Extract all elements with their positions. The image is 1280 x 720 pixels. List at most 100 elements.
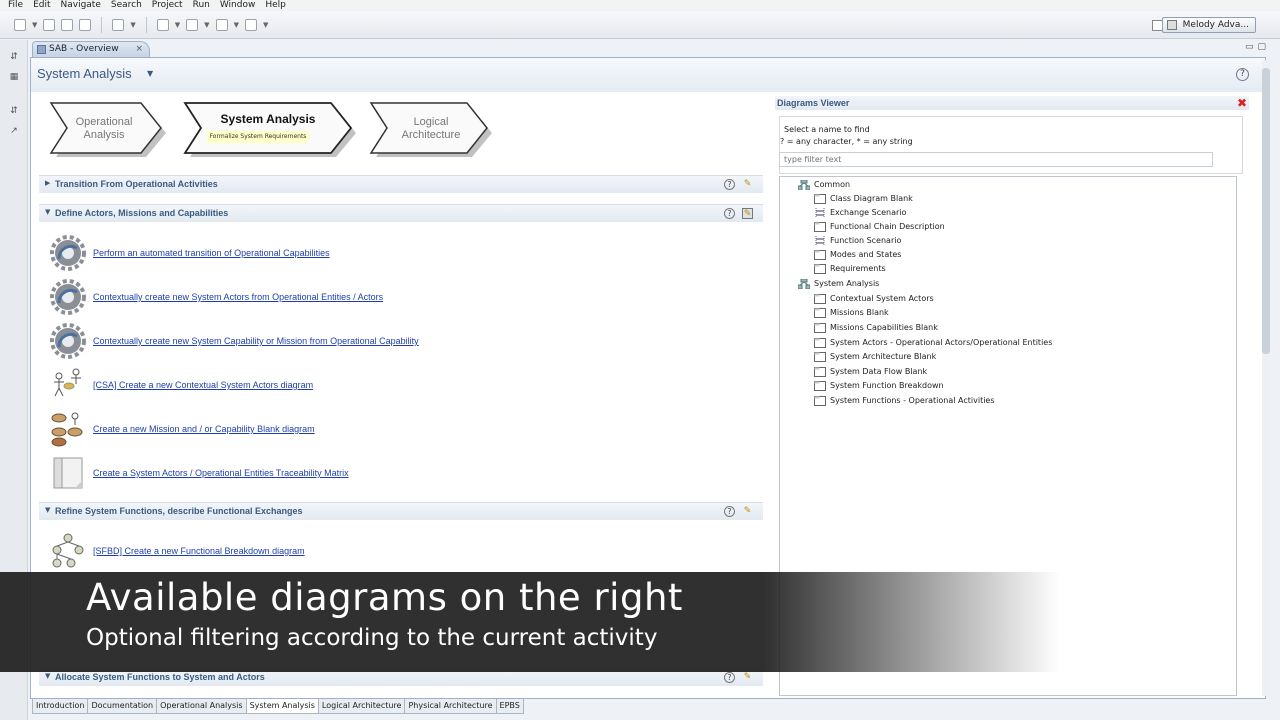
menu-window[interactable]: Window: [220, 0, 256, 10]
menu-file[interactable]: File: [8, 0, 23, 10]
step-label-line: Operational: [75, 116, 133, 128]
editor-tab-sab-overview[interactable]: SAB - Overview ×: [32, 41, 150, 57]
toolbar-separator: [101, 16, 103, 33]
edit-icon[interactable]: [156, 18, 169, 31]
filter-icon[interactable]: ✎: [742, 672, 753, 683]
run-icon[interactable]: [112, 18, 125, 31]
diagram-icon: [814, 222, 826, 232]
folder-tree-icon: [798, 279, 810, 289]
step-system-analysis[interactable]: System Analysis Formalize System Require…: [183, 102, 357, 158]
perspective-button[interactable]: Melody Adva...: [1161, 17, 1256, 33]
close-icon[interactable]: ×: [135, 42, 143, 57]
function-breakdown-icon: [52, 533, 84, 568]
section-title: Transition From Operational Activities: [55, 179, 218, 189]
save-icon[interactable]: [43, 18, 56, 31]
chevron-down-icon[interactable]: ▼: [147, 69, 153, 78]
diagram-icon: [814, 250, 826, 260]
save-all-icon[interactable]: [61, 18, 74, 31]
main-toolbar: ▼ ▼ ▼ ▼ ▼ ▼ Melody Adva...: [0, 11, 1280, 39]
chevron-down-icon[interactable]: ▼: [263, 21, 268, 29]
tree-label: System Actors - Operational Actors/Opera…: [830, 338, 1053, 347]
scenario-icon: [815, 236, 825, 246]
tab-system-analysis[interactable]: System Analysis: [245, 699, 319, 714]
missions-icon: [51, 412, 83, 447]
step-operational-analysis[interactable]: Operational Analysis: [49, 102, 167, 158]
tree-label: Function Scenario: [830, 236, 902, 245]
chevron-down-icon[interactable]: ▼: [45, 506, 50, 514]
tab-physical-architecture[interactable]: Physical Architecture: [404, 699, 497, 714]
step-logical-architecture[interactable]: Logical Architecture: [369, 102, 493, 158]
tree-label: System Architecture Blank: [830, 352, 937, 361]
entry-link[interactable]: Create a System Actors / Operational Ent…: [93, 468, 349, 478]
back-icon[interactable]: [215, 18, 228, 31]
caption-title: Available diagrams on the right: [86, 576, 683, 619]
perspective-icon: [1166, 20, 1177, 30]
tab-introduction[interactable]: Introduction: [32, 699, 89, 714]
folder-tree-icon: [798, 180, 810, 190]
caption-subtitle: Optional filtering according to the curr…: [86, 625, 658, 651]
filter-icon[interactable]: ✎: [742, 506, 753, 517]
help-icon[interactable]: ?: [1236, 68, 1249, 81]
properties-icon[interactable]: ⇵: [9, 106, 19, 116]
step-label: System Analysis: [220, 112, 316, 126]
step-sublabel: Formalize System Requirements: [207, 131, 309, 143]
outline-icon[interactable]: ↗: [9, 126, 19, 136]
chevron-right-icon[interactable]: ▶: [45, 179, 50, 187]
diagram-icon: [814, 294, 826, 304]
help-icon[interactable]: ?: [724, 179, 735, 190]
tree-label: Contextual System Actors: [830, 294, 934, 303]
minimize-maximize-icon[interactable]: ▭▢: [1245, 42, 1270, 52]
help-icon[interactable]: ?: [724, 506, 735, 517]
search-icon[interactable]: [186, 18, 199, 31]
page-title: System Analysis: [37, 66, 132, 81]
tree-label: System Analysis: [814, 279, 880, 288]
tab-operational-analysis[interactable]: Operational Analysis: [156, 699, 247, 714]
menu-help[interactable]: Help: [265, 0, 286, 10]
close-icon[interactable]: ✖: [1237, 96, 1247, 110]
scrollbar-thumb[interactable]: [1262, 68, 1270, 354]
help-icon[interactable]: ?: [724, 672, 735, 683]
project-explorer-icon[interactable]: ⇵: [9, 52, 19, 62]
menu-edit[interactable]: Edit: [33, 0, 50, 10]
entry-link[interactable]: [SFBD] Create a new Functional Breakdown…: [93, 546, 305, 556]
new-icon[interactable]: [14, 18, 26, 31]
forward-icon[interactable]: [244, 18, 257, 31]
print-icon[interactable]: [79, 18, 92, 31]
chevron-down-icon[interactable]: ▼: [45, 672, 50, 680]
menu-project[interactable]: Project: [152, 0, 183, 10]
section-title: Define Actors, Missions and Capabilities: [55, 208, 229, 218]
filter-icon[interactable]: ✎: [742, 179, 753, 190]
chevron-down-icon[interactable]: ▼: [175, 21, 180, 29]
model-explorer-icon[interactable]: ▦: [9, 72, 19, 82]
menu-navigate[interactable]: Navigate: [61, 0, 101, 10]
tab-documentation[interactable]: Documentation: [87, 699, 158, 714]
diagram-icon: [814, 381, 826, 391]
step-label: Operational Analysis: [49, 116, 159, 142]
tree-label: Missions Capabilities Blank: [830, 323, 938, 332]
gear-icon: [50, 235, 86, 271]
chevron-down-icon[interactable]: ▼: [130, 21, 135, 29]
menu-search[interactable]: Search: [111, 0, 142, 10]
entry-link[interactable]: [CSA] Create a new Contextual System Act…: [93, 380, 313, 390]
entry-link[interactable]: Perform an automated transition of Opera…: [93, 248, 330, 258]
chevron-down-icon[interactable]: ▼: [45, 208, 50, 216]
filter-icon[interactable]: ✎: [742, 208, 753, 219]
tree-label: System Functions - Operational Activitie…: [830, 396, 995, 405]
menu-run[interactable]: Run: [193, 0, 210, 10]
filter-input[interactable]: [779, 152, 1213, 167]
section-transition[interactable]: ▶ Transition From Operational Activities…: [39, 175, 763, 193]
chevron-down-icon[interactable]: ▼: [204, 21, 209, 29]
entry-link[interactable]: Contextually create new System Capabilit…: [93, 336, 419, 346]
section-define-actors[interactable]: ▼ Define Actors, Missions and Capabiliti…: [39, 204, 763, 222]
section-refine-functions[interactable]: ▼ Refine System Functions, describe Func…: [39, 502, 763, 520]
tree-label: Requirements: [830, 264, 886, 273]
tree-label: Missions Blank: [830, 308, 889, 317]
help-icon[interactable]: ?: [724, 208, 735, 219]
chevron-down-icon[interactable]: ▼: [234, 21, 239, 29]
tab-epbs[interactable]: EPBS: [495, 699, 524, 714]
entry-link[interactable]: Contextually create new System Actors fr…: [93, 292, 383, 302]
tab-logical-architecture[interactable]: Logical Architecture: [317, 699, 406, 714]
chevron-down-icon[interactable]: ▼: [32, 21, 37, 29]
section-title: Refine System Functions, describe Functi…: [55, 506, 303, 516]
entry-link[interactable]: Create a new Mission and / or Capability…: [93, 424, 315, 434]
